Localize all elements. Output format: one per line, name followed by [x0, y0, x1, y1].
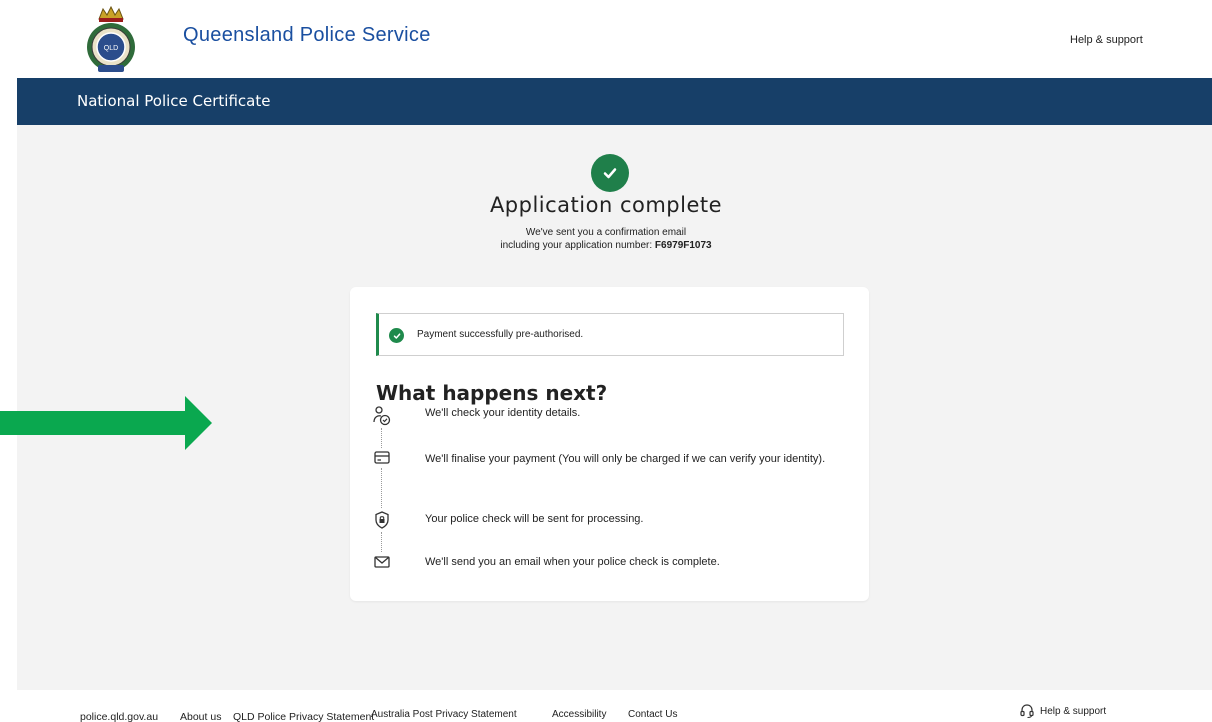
alert-check-icon — [389, 328, 404, 343]
banner-title: National Police Certificate — [77, 92, 271, 110]
site-header: QLD Queensland Police Service Help & sup… — [0, 0, 1212, 78]
footer-link-accessibility[interactable]: Accessibility — [552, 709, 606, 720]
alert-text: Payment successfully pre-authorised. — [417, 329, 584, 340]
footer-link-qld-privacy[interactable]: QLD Police Privacy Statement — [233, 711, 374, 722]
step-processing-text: Your police check will be sent for proce… — [425, 513, 644, 525]
footer-link-auspost-privacy[interactable]: Australia Post Privacy Statement — [371, 709, 517, 720]
annotation-arrow-icon — [0, 396, 212, 450]
application-number-label: including your application number: — [500, 240, 655, 251]
next-steps-heading: What happens next? — [376, 381, 608, 405]
security-shield-icon — [375, 511, 389, 529]
qps-crest-logo[interactable]: QLD — [74, 3, 148, 77]
svg-text:QLD: QLD — [104, 45, 118, 52]
application-number: F6979F1073 — [654, 240, 712, 251]
payment-card-icon — [374, 451, 390, 464]
timeline-connector — [381, 428, 382, 448]
step-email-text: We'll send you an email when your police… — [425, 556, 720, 568]
site-name[interactable]: Queensland Police Service — [183, 24, 431, 47]
footer-link-about-us[interactable]: About us — [180, 711, 221, 722]
help-support-link[interactable]: Help & support — [1070, 34, 1143, 46]
email-icon — [374, 556, 390, 568]
step-identity-text: We'll check your identity details. — [425, 407, 581, 419]
application-number-line: including your application number: F6979… — [0, 240, 1212, 251]
footer-link-police-site[interactable]: police.qld.gov.au — [80, 711, 158, 722]
timeline-connector — [381, 532, 382, 552]
page-title: Application complete — [489, 193, 723, 217]
service-banner: National Police Certificate — [17, 78, 1212, 125]
timeline-connector — [381, 468, 382, 508]
identity-check-icon — [373, 406, 391, 426]
footer-help-support-link[interactable]: Help & support — [1040, 706, 1106, 717]
step-payment-text: We'll finalise your payment (You will on… — [425, 453, 826, 465]
headset-icon — [1020, 704, 1034, 719]
success-check-icon — [591, 154, 629, 192]
confirmation-message: We've sent you a confirmation email — [525, 227, 687, 238]
footer-link-contact-us[interactable]: Contact Us — [628, 709, 677, 720]
